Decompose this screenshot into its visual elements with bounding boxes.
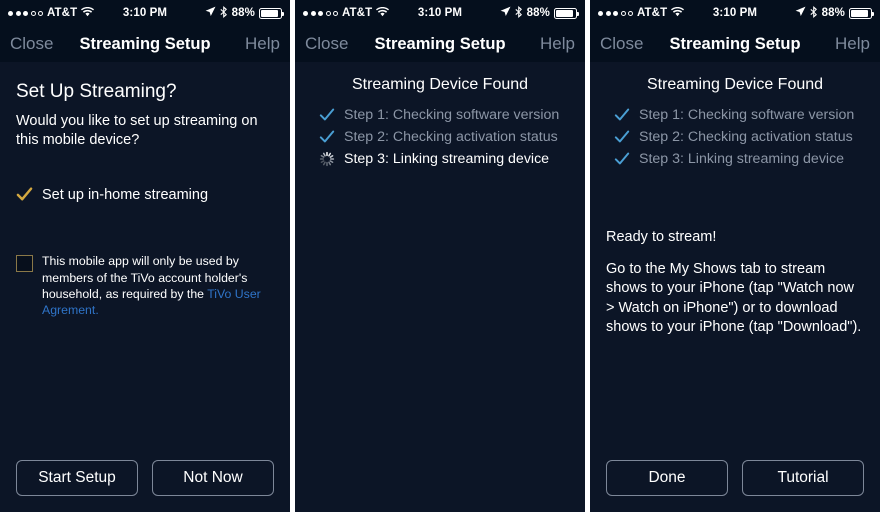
status-bar: AT&T 3:10 PM 88% xyxy=(295,0,585,26)
location-arrow-icon xyxy=(205,6,216,20)
ready-to-stream-instructions: Go to the My Shows tab to stream shows t… xyxy=(606,261,862,335)
household-disclaimer-text: This mobile app will only be used by mem… xyxy=(42,253,274,318)
panel2-content: Streaming Device Found Step 1: Checking … xyxy=(295,62,585,450)
tutorial-button[interactable]: Tutorial xyxy=(742,460,864,496)
wifi-icon xyxy=(376,6,390,20)
panel1-footer: Start Setup Not Now xyxy=(0,450,290,512)
help-button[interactable]: Help xyxy=(245,34,280,54)
close-button[interactable]: Close xyxy=(600,34,643,54)
check-icon xyxy=(16,187,33,201)
help-button[interactable]: Help xyxy=(835,34,870,54)
device-found-heading: Streaming Device Found xyxy=(351,76,529,93)
step-label: Step 3: Linking streaming device xyxy=(344,150,550,167)
step-label: Step 1: Checking software version xyxy=(344,106,560,123)
step-label: Step 2: Checking activation status xyxy=(344,128,558,145)
signal-strength-icon xyxy=(303,10,338,16)
step-label: Step 3: Linking streaming device xyxy=(639,150,845,167)
phone-screen-setup-prompt: AT&T 3:10 PM 88% Close Streaming Setup H xyxy=(0,0,290,512)
step-row: Step 1: Checking software version xyxy=(319,104,569,125)
status-bar-right: 88% xyxy=(205,5,284,21)
setup-steps-list: Step 1: Checking software version Step 2… xyxy=(311,104,569,169)
in-home-streaming-option[interactable]: Set up in-home streaming xyxy=(16,186,274,203)
step-label: Step 1: Checking software version xyxy=(639,106,855,123)
household-checkbox[interactable] xyxy=(16,255,33,273)
check-icon xyxy=(614,108,630,120)
status-bar-left: AT&T xyxy=(303,6,390,20)
step-row: Step 3: Linking streaming device xyxy=(614,148,864,169)
close-button[interactable]: Close xyxy=(305,34,348,54)
nav-bar: Close Streaming Setup Help xyxy=(590,26,880,62)
setup-steps-list: Step 1: Checking software version Step 2… xyxy=(606,104,864,169)
bluetooth-icon xyxy=(220,5,228,21)
nav-bar: Close Streaming Setup Help xyxy=(0,26,290,62)
ready-to-stream-title: Ready to stream! xyxy=(606,229,717,245)
nav-bar: Close Streaming Setup Help xyxy=(295,26,585,62)
phone-screen-linking-progress: AT&T 3:10 PM 88% Close Streaming Setup H xyxy=(295,0,585,512)
wifi-icon xyxy=(671,6,685,20)
panel3-footer: Done Tutorial xyxy=(590,450,880,512)
ready-to-stream-block: Ready to stream! Go to the My Shows tab … xyxy=(606,229,864,337)
household-disclaimer: This mobile app will only be used by mem… xyxy=(16,253,274,318)
panel1-content: Set Up Streaming? Would you like to set … xyxy=(0,62,290,450)
done-button[interactable]: Done xyxy=(606,460,728,496)
panel3-content: Streaming Device Found Step 1: Checking … xyxy=(590,62,880,450)
step-row: Step 1: Checking software version xyxy=(614,104,864,125)
status-bar: AT&T 3:10 PM 88% xyxy=(590,0,880,26)
setup-body-text: Would you like to set up streaming on th… xyxy=(16,113,258,149)
phone-screen-ready-to-stream: AT&T 3:10 PM 88% Close Streaming Setup H xyxy=(590,0,880,512)
location-arrow-icon xyxy=(795,6,806,20)
step-row: Step 2: Checking activation status xyxy=(614,126,864,147)
signal-strength-icon xyxy=(8,10,43,16)
status-bar-left: AT&T xyxy=(8,6,95,20)
carrier-label: AT&T xyxy=(47,7,78,19)
in-home-streaming-label: Set up in-home streaming xyxy=(42,186,209,203)
status-bar-left: AT&T xyxy=(598,6,685,20)
battery-icon xyxy=(259,7,284,19)
panel2-footer xyxy=(295,450,585,512)
device-found-heading: Streaming Device Found xyxy=(646,76,824,93)
bluetooth-icon xyxy=(515,5,523,21)
not-now-button[interactable]: Not Now xyxy=(152,460,274,496)
battery-percent-label: 88% xyxy=(231,7,255,19)
location-arrow-icon xyxy=(500,6,511,20)
carrier-label: AT&T xyxy=(342,7,373,19)
battery-icon xyxy=(849,7,874,19)
carrier-label: AT&T xyxy=(637,7,668,19)
battery-icon xyxy=(554,7,579,19)
help-button[interactable]: Help xyxy=(540,34,575,54)
spinner-icon xyxy=(319,151,335,166)
check-icon xyxy=(614,152,630,164)
bluetooth-icon xyxy=(810,5,818,21)
status-bar-right: 88% xyxy=(500,5,579,21)
status-bar: AT&T 3:10 PM 88% xyxy=(0,0,290,26)
close-button[interactable]: Close xyxy=(10,34,53,54)
setup-heading: Set Up Streaming? xyxy=(16,81,177,102)
battery-percent-label: 88% xyxy=(821,7,845,19)
check-icon xyxy=(319,130,335,142)
check-icon xyxy=(319,108,335,120)
start-setup-button[interactable]: Start Setup xyxy=(16,460,138,496)
wifi-icon xyxy=(81,6,95,20)
step-row: Step 3: Linking streaming device xyxy=(319,148,569,169)
battery-percent-label: 88% xyxy=(526,7,550,19)
step-row: Step 2: Checking activation status xyxy=(319,126,569,147)
screenshot-triptych: AT&T 3:10 PM 88% Close Streaming Setup H xyxy=(0,0,880,512)
signal-strength-icon xyxy=(598,10,633,16)
step-label: Step 2: Checking activation status xyxy=(639,128,853,145)
status-bar-right: 88% xyxy=(795,5,874,21)
check-icon xyxy=(614,130,630,142)
